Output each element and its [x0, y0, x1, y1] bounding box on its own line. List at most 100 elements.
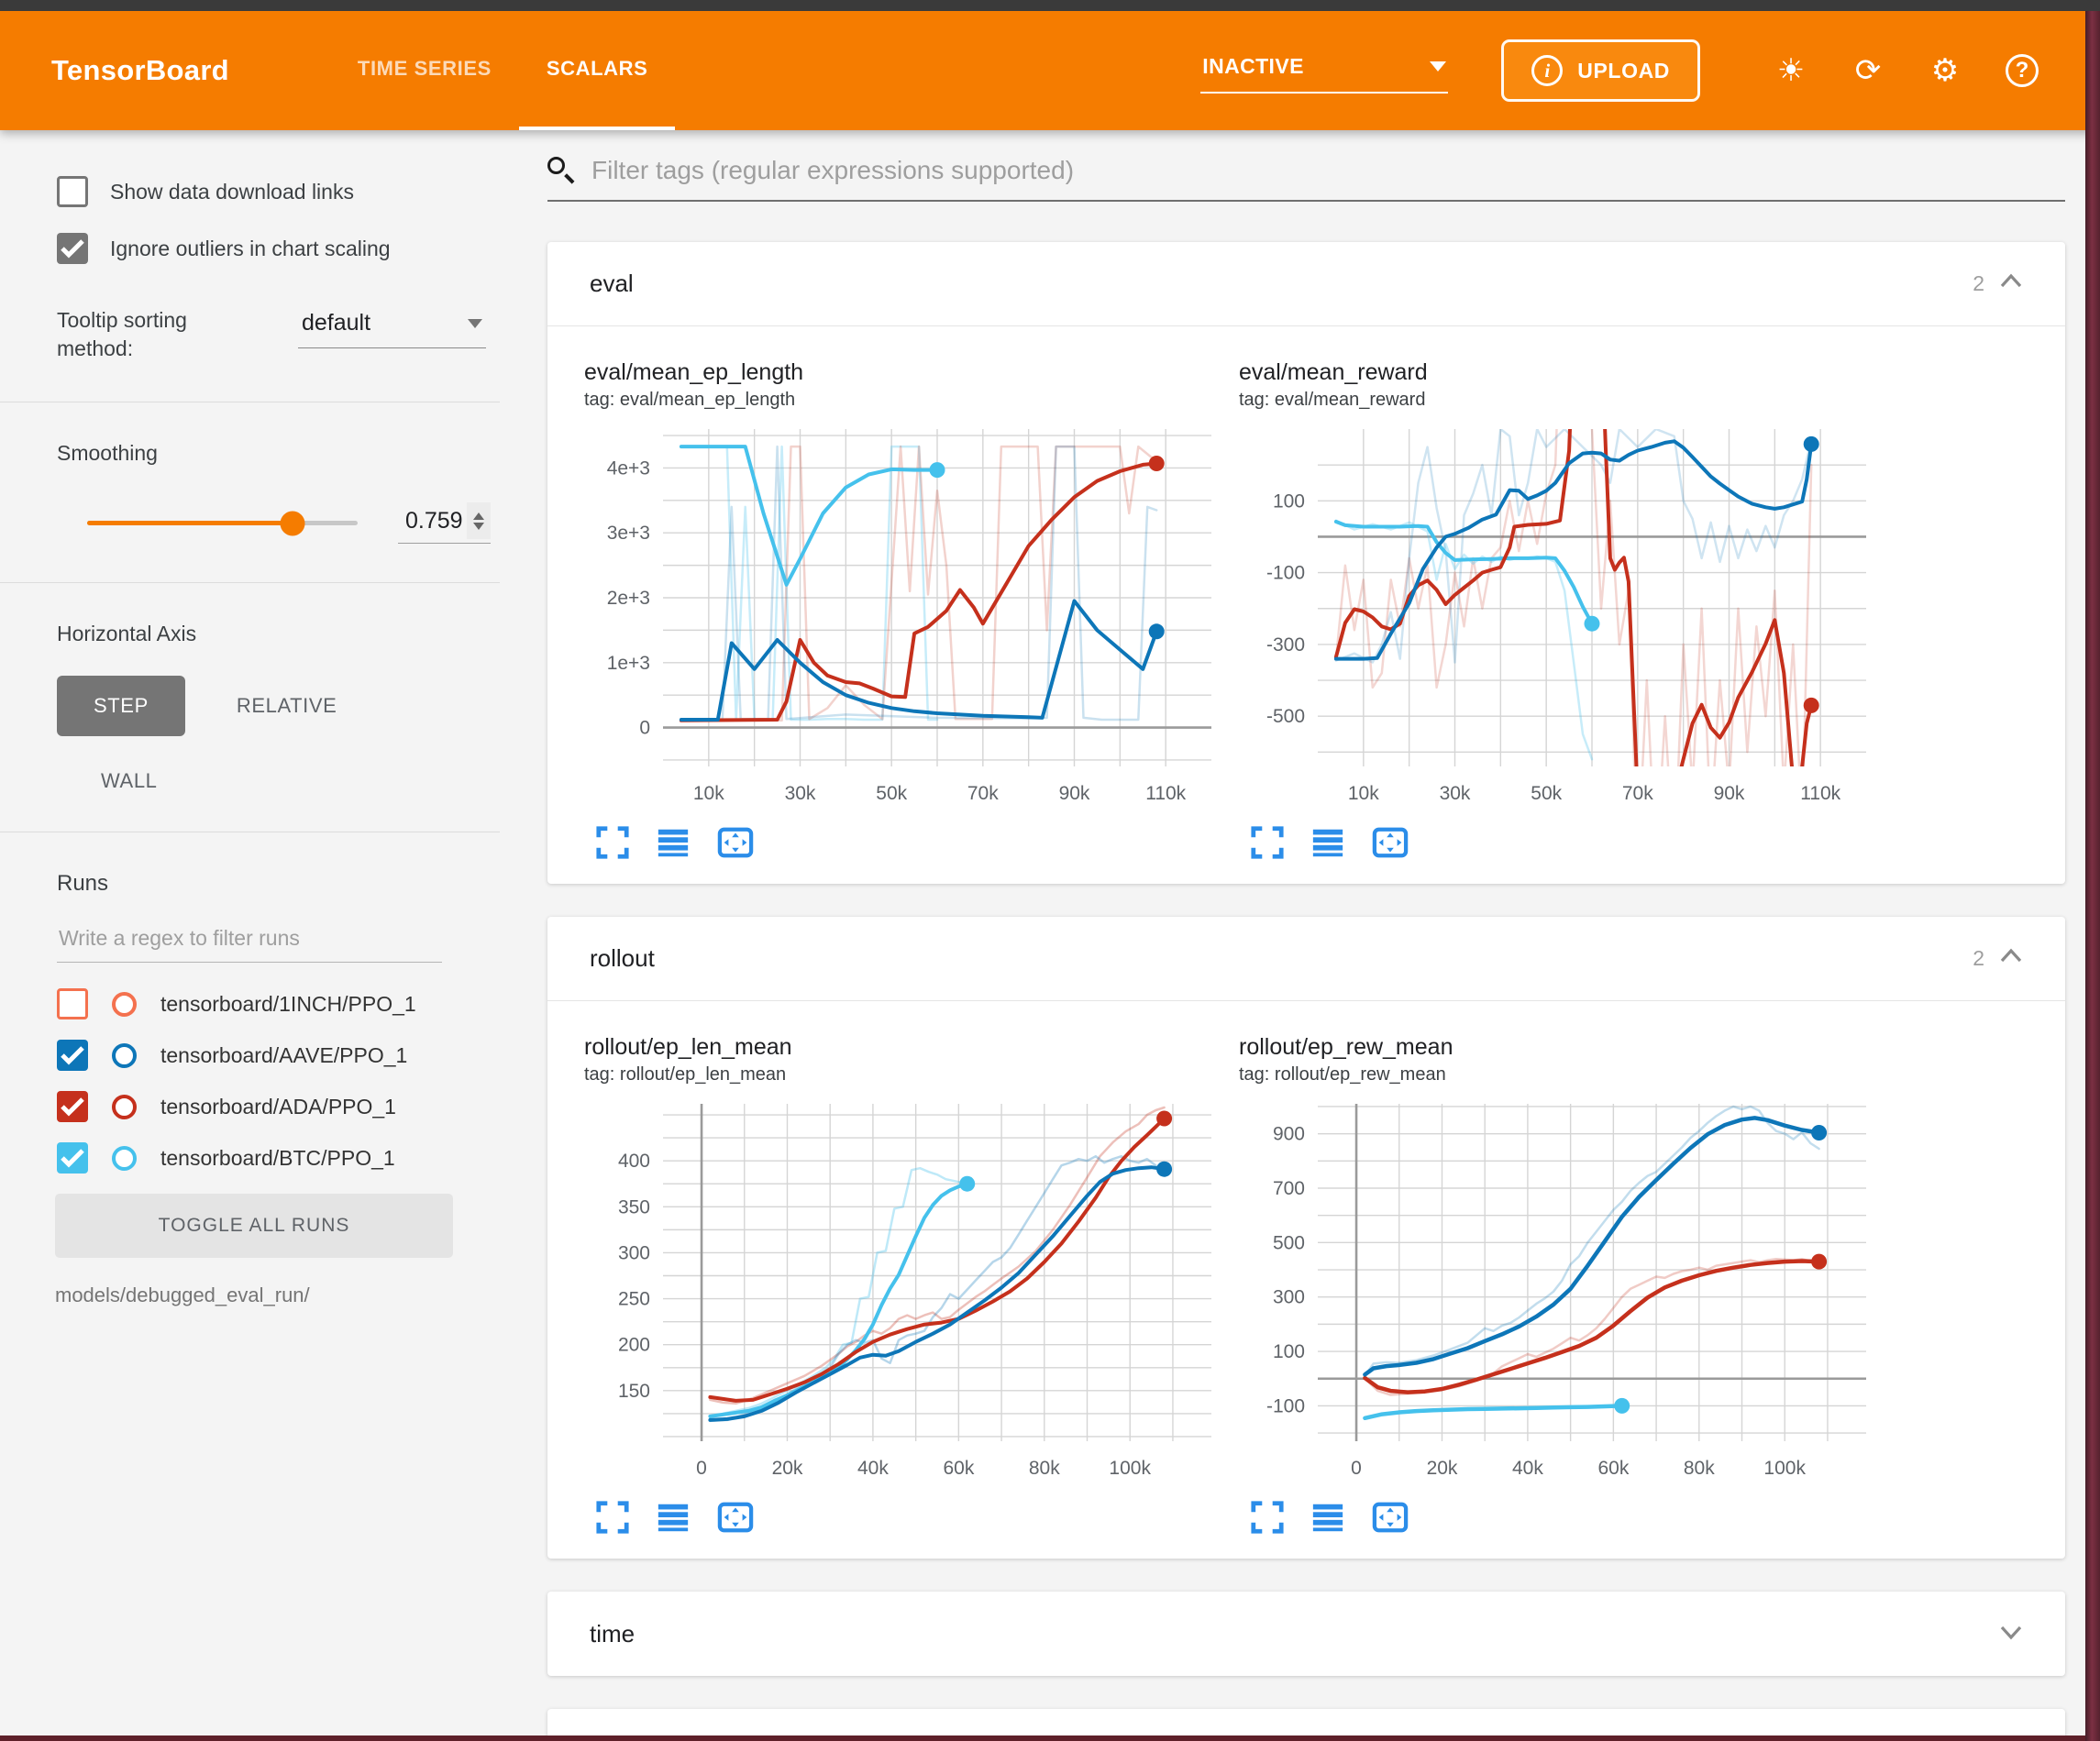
axis-step-button[interactable]: STEP — [57, 676, 185, 736]
svg-text:0: 0 — [1351, 1458, 1362, 1479]
tooltip-sorting-label: Tooltip sorting method: — [57, 306, 254, 363]
slider-knob[interactable] — [281, 511, 305, 535]
section-title: time — [590, 1620, 635, 1648]
svg-text:-100: -100 — [1266, 563, 1305, 584]
run-row[interactable]: tensorboard/1INCH/PPO_1 — [57, 988, 500, 1019]
chart-toolbar — [1250, 825, 1892, 860]
section-card-rollout: rollout 2 rollout/ep_len_mean tag: rollo… — [547, 917, 2065, 1559]
settings-gear-icon[interactable]: ⚙ — [1918, 44, 1972, 97]
run-color-circle[interactable] — [112, 1095, 137, 1119]
chart-plot[interactable]: 10k30k50k70k90k110k01e+32e+33e+34e+3 — [582, 420, 1237, 816]
upload-button[interactable]: i UPLOAD — [1501, 39, 1700, 102]
axis-relative-button[interactable]: RELATIVE — [237, 694, 337, 718]
svg-text:110k: 110k — [1145, 783, 1186, 804]
window-right-edge — [2085, 11, 2100, 1741]
tab-bar: TIME SERIES SCALARS — [330, 11, 676, 130]
svg-text:40k: 40k — [1512, 1458, 1543, 1479]
smoothing-value-input[interactable]: 0.759 — [398, 502, 491, 544]
chart-rollout-ep-rew-mean: rollout/ep_rew_mean tag: rollout/ep_rew_… — [1237, 1029, 1892, 1535]
run-color-circle[interactable] — [112, 992, 137, 1017]
spinner-down-icon[interactable] — [473, 523, 484, 530]
chart-plot[interactable]: 10k30k50k70k90k110k100-100-300-500 — [1237, 420, 1892, 816]
fit-domain-icon[interactable] — [716, 825, 755, 860]
run-name: tensorboard/BTC/PPO_1 — [160, 1146, 395, 1171]
chevron-up-icon[interactable] — [1999, 946, 2023, 971]
tab-scalars[interactable]: SCALARS — [519, 11, 676, 130]
tag-filter-input[interactable] — [591, 156, 2065, 185]
smoothing-slider[interactable] — [87, 521, 358, 525]
fullscreen-icon[interactable] — [595, 825, 630, 860]
section-card-eval: eval 2 eval/mean_ep_length tag: eval/mea… — [547, 242, 2065, 884]
section-count: 2 — [1973, 946, 1984, 971]
help-icon[interactable]: ? — [1995, 44, 2049, 97]
chart-plot[interactable]: 020k40k60k80k100k150200250300350400 — [582, 1095, 1237, 1491]
fullscreen-icon[interactable] — [1250, 1500, 1285, 1535]
fit-domain-icon[interactable] — [1371, 825, 1409, 860]
svg-text:100k: 100k — [1109, 1458, 1151, 1479]
axis-wall-button[interactable]: WALL — [101, 769, 158, 793]
chevron-down-icon — [1430, 61, 1446, 72]
tab-time-series[interactable]: TIME SERIES — [330, 11, 519, 130]
status-dropdown[interactable]: INACTIVE — [1200, 49, 1448, 94]
chevron-down-icon — [468, 319, 482, 328]
svg-text:20k: 20k — [772, 1458, 803, 1479]
run-checkbox[interactable] — [57, 1040, 88, 1071]
svg-text:300: 300 — [1273, 1287, 1305, 1308]
search-icon — [547, 157, 575, 184]
number-spinner[interactable] — [467, 502, 491, 539]
chart-eval-mean-ep-length: eval/mean_ep_length tag: eval/mean_ep_le… — [582, 354, 1237, 860]
chart-tag: tag: rollout/ep_rew_mean — [1239, 1064, 1892, 1085]
ignore-outliers-row[interactable]: Ignore outliers in chart scaling — [57, 233, 500, 264]
section-body-eval: eval/mean_ep_length tag: eval/mean_ep_le… — [547, 326, 2065, 884]
checkbox-label: Show data download links — [110, 180, 354, 204]
run-color-circle[interactable] — [112, 1146, 137, 1171]
chart-title: rollout/ep_len_mean — [584, 1034, 1237, 1061]
runs-label: Runs — [57, 871, 500, 897]
section-header-rollout[interactable]: rollout 2 — [547, 917, 2065, 1001]
fullscreen-icon[interactable] — [1250, 825, 1285, 860]
run-checkbox[interactable] — [57, 1142, 88, 1174]
svg-text:80k: 80k — [1029, 1458, 1060, 1479]
fullscreen-icon[interactable] — [595, 1500, 630, 1535]
ignore-outliers-checkbox[interactable] — [57, 233, 88, 264]
menu-lines-icon[interactable] — [656, 825, 691, 860]
svg-text:60k: 60k — [1597, 1458, 1629, 1479]
show-download-links-row[interactable]: Show data download links — [57, 176, 500, 207]
run-checkbox[interactable] — [57, 988, 88, 1019]
check-icon — [60, 1148, 85, 1168]
run-row[interactable]: tensorboard/ADA/PPO_1 — [57, 1091, 500, 1122]
run-row[interactable]: tensorboard/AAVE/PPO_1 — [57, 1040, 500, 1071]
run-color-circle[interactable] — [112, 1043, 137, 1068]
refresh-icon[interactable]: ⟳ — [1841, 44, 1895, 97]
horizontal-axis-label: Horizontal Axis — [57, 622, 500, 646]
section-body-rollout: rollout/ep_len_mean tag: rollout/ep_len_… — [547, 1001, 2065, 1559]
fit-domain-icon[interactable] — [716, 1500, 755, 1535]
chart-plot[interactable]: 020k40k60k80k100k-100100300500700900 — [1237, 1095, 1892, 1491]
section-header-time[interactable]: time — [547, 1592, 2065, 1676]
run-checkbox[interactable] — [57, 1091, 88, 1122]
menu-lines-icon[interactable] — [1310, 1500, 1345, 1535]
svg-text:400: 400 — [618, 1151, 650, 1172]
slider-fill — [87, 521, 293, 525]
brightness-icon[interactable]: ☀ — [1764, 44, 1818, 97]
horizontal-axis-buttons: STEP RELATIVE — [57, 676, 500, 736]
tooltip-sorting-select[interactable]: default — [298, 306, 486, 348]
page-content: Show data download links Ignore outliers… — [0, 130, 2085, 1735]
chevron-down-icon[interactable] — [1999, 1622, 2023, 1647]
svg-text:-300: -300 — [1266, 634, 1305, 656]
run-row[interactable]: tensorboard/BTC/PPO_1 — [57, 1142, 500, 1174]
chart-rollout-ep-len-mean: rollout/ep_len_mean tag: rollout/ep_len_… — [582, 1029, 1237, 1535]
section-header-eval[interactable]: eval 2 — [547, 242, 2065, 326]
chevron-up-icon[interactable] — [1999, 271, 2023, 296]
svg-text:3e+3: 3e+3 — [607, 523, 650, 544]
fit-domain-icon[interactable] — [1371, 1500, 1409, 1535]
runs-filter-input[interactable] — [57, 924, 442, 963]
show-download-links-checkbox[interactable] — [57, 176, 88, 207]
toggle-all-runs-button[interactable]: TOGGLE ALL RUNS — [55, 1194, 453, 1258]
spinner-up-icon[interactable] — [473, 512, 484, 520]
menu-lines-icon[interactable] — [1310, 825, 1345, 860]
divider — [0, 582, 500, 583]
svg-text:90k: 90k — [1714, 783, 1745, 804]
menu-lines-icon[interactable] — [656, 1500, 691, 1535]
svg-text:100k: 100k — [1763, 1458, 1806, 1479]
